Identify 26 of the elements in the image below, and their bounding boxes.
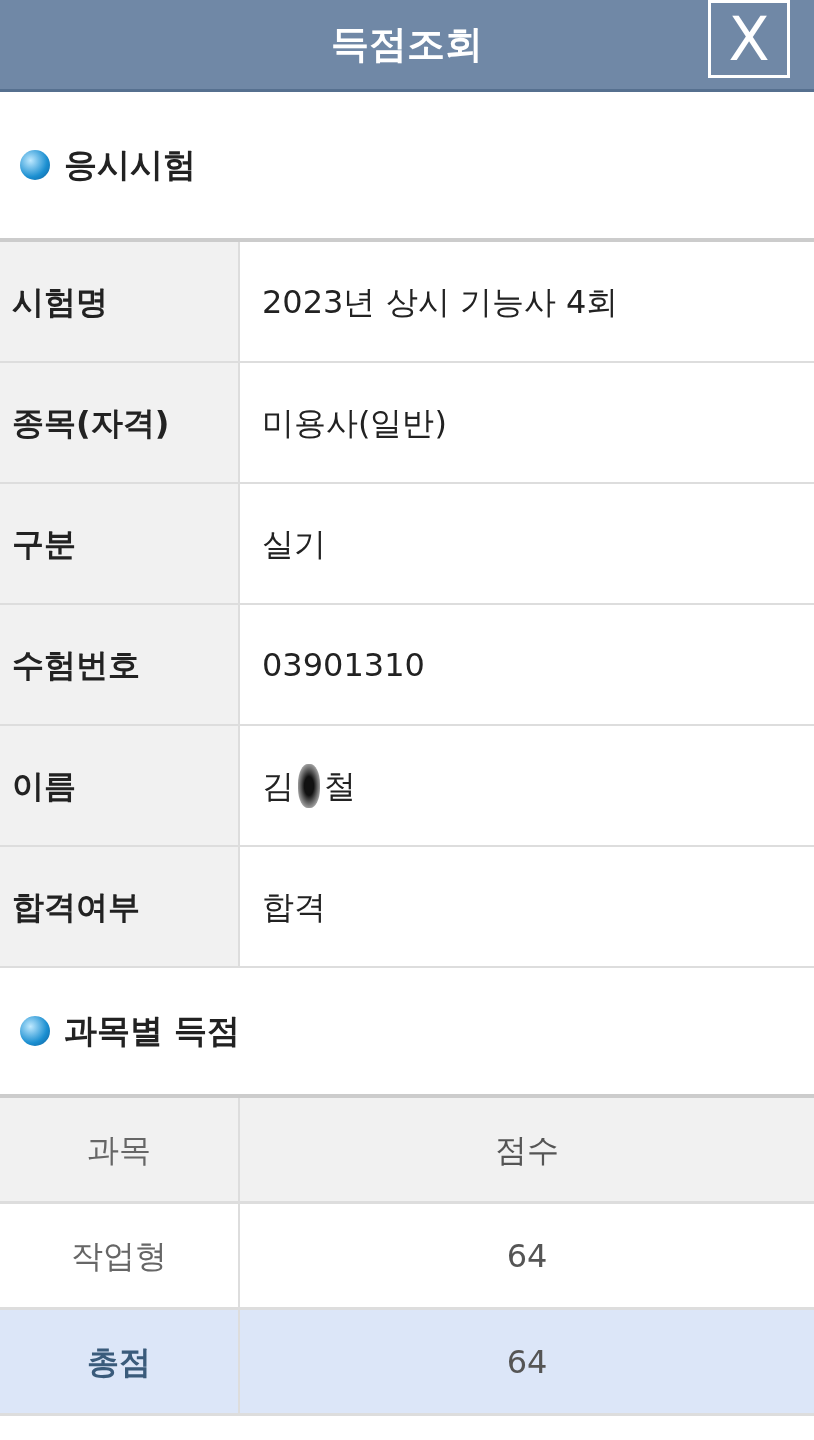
column-header: 점수 (494, 1129, 560, 1171)
table-cell-text: 64 (505, 1235, 549, 1277)
row-label: 시험명 (0, 242, 240, 361)
row-value: 실기 (261, 523, 327, 565)
row-label: 수험번호 (0, 605, 240, 724)
row-label: 합격여부 (0, 847, 240, 966)
row-label: 종목(자격) (0, 363, 240, 482)
table-cell: 작업형 (0, 1204, 240, 1307)
row-label: 구분 (0, 484, 240, 603)
page-title: 득점조회 (331, 22, 483, 66)
name-text: 철 (324, 765, 356, 807)
name-text: 김 (262, 765, 294, 807)
redaction-mark (298, 763, 320, 808)
section-title: 응시시험 (64, 144, 196, 187)
bullet-icon (20, 1016, 50, 1046)
row-value: 합격 (261, 886, 327, 928)
table-cell: 총점 (0, 1310, 240, 1413)
section-title: 과목별 득점 (64, 1010, 241, 1053)
row-value: 03901310 (261, 644, 426, 686)
row-value: 미용사(일반) (261, 402, 448, 444)
column-header: 과목 (0, 1098, 240, 1201)
row-label: 이름 (0, 726, 240, 845)
close-button[interactable]: X (708, 0, 790, 78)
table-cell-text: 64 (505, 1341, 549, 1383)
bullet-icon (20, 150, 50, 180)
row-value: 2023년 상시 기능사 4회 (261, 281, 620, 323)
